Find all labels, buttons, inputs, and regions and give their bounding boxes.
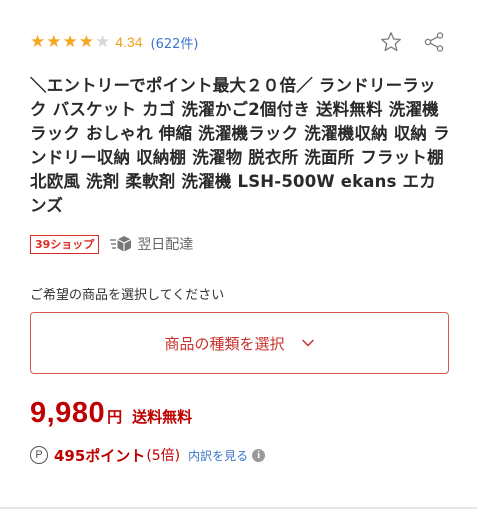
price-amount: 9,980 bbox=[30, 397, 106, 429]
badge-row: 39ショップ 翌日配達 bbox=[30, 233, 193, 255]
product-title: ＼エントリーでポイント最大２０倍／ ランドリーラック バスケット カゴ 洗濯かご… bbox=[30, 76, 450, 215]
points-breakdown-link[interactable]: 内訳を見る bbox=[188, 447, 248, 464]
section-divider bbox=[0, 507, 477, 509]
price-currency: 円 bbox=[107, 408, 123, 426]
share-icon bbox=[424, 32, 444, 52]
rating-row: ★ ★ ★ ★ ★ 4.34 (622件) bbox=[30, 27, 450, 57]
product-summary: ★ ★ ★ ★ ★ 4.34 (622件) ＼エントリーでポイント最大２０倍／ … bbox=[0, 0, 477, 512]
points-row: P 495ポイント (5倍) 内訳を見る i bbox=[30, 444, 266, 466]
favorite-button[interactable] bbox=[376, 27, 406, 57]
star-filled-icon: ★ bbox=[30, 31, 46, 52]
price-row: 9,980 円 送料無料 bbox=[30, 397, 192, 430]
points-rate: (5倍) bbox=[146, 448, 181, 464]
free-shipping-label: 送料無料 bbox=[132, 408, 193, 426]
select-button-label: 商品の種類を選択 bbox=[164, 334, 285, 353]
share-button[interactable] bbox=[419, 27, 449, 57]
rating-value: 4.34 bbox=[115, 34, 143, 50]
star-outline-icon bbox=[381, 32, 401, 52]
star-filled-icon: ★ bbox=[78, 31, 94, 52]
star-empty-icon: ★ bbox=[95, 31, 111, 52]
info-icon[interactable]: i bbox=[252, 448, 266, 462]
delivery-label: 翌日配達 bbox=[137, 237, 194, 253]
truck-box-icon bbox=[110, 236, 132, 252]
chevron-down-icon bbox=[301, 338, 315, 348]
rating-stars: ★ ★ ★ ★ ★ bbox=[30, 31, 111, 52]
p-circle-icon: P bbox=[30, 446, 48, 464]
shop-39-badge: 39ショップ bbox=[30, 234, 100, 254]
select-product-type-button[interactable]: 商品の種類を選択 bbox=[30, 312, 449, 374]
star-filled-icon: ★ bbox=[46, 31, 62, 52]
next-day-delivery-badge: 翌日配達 bbox=[109, 234, 193, 254]
selection-prompt: ご希望の商品を選択してください bbox=[30, 288, 225, 303]
review-count-link[interactable]: (622件) bbox=[151, 33, 199, 52]
points-amount: 495ポイント bbox=[54, 446, 146, 465]
star-filled-icon: ★ bbox=[62, 31, 78, 52]
